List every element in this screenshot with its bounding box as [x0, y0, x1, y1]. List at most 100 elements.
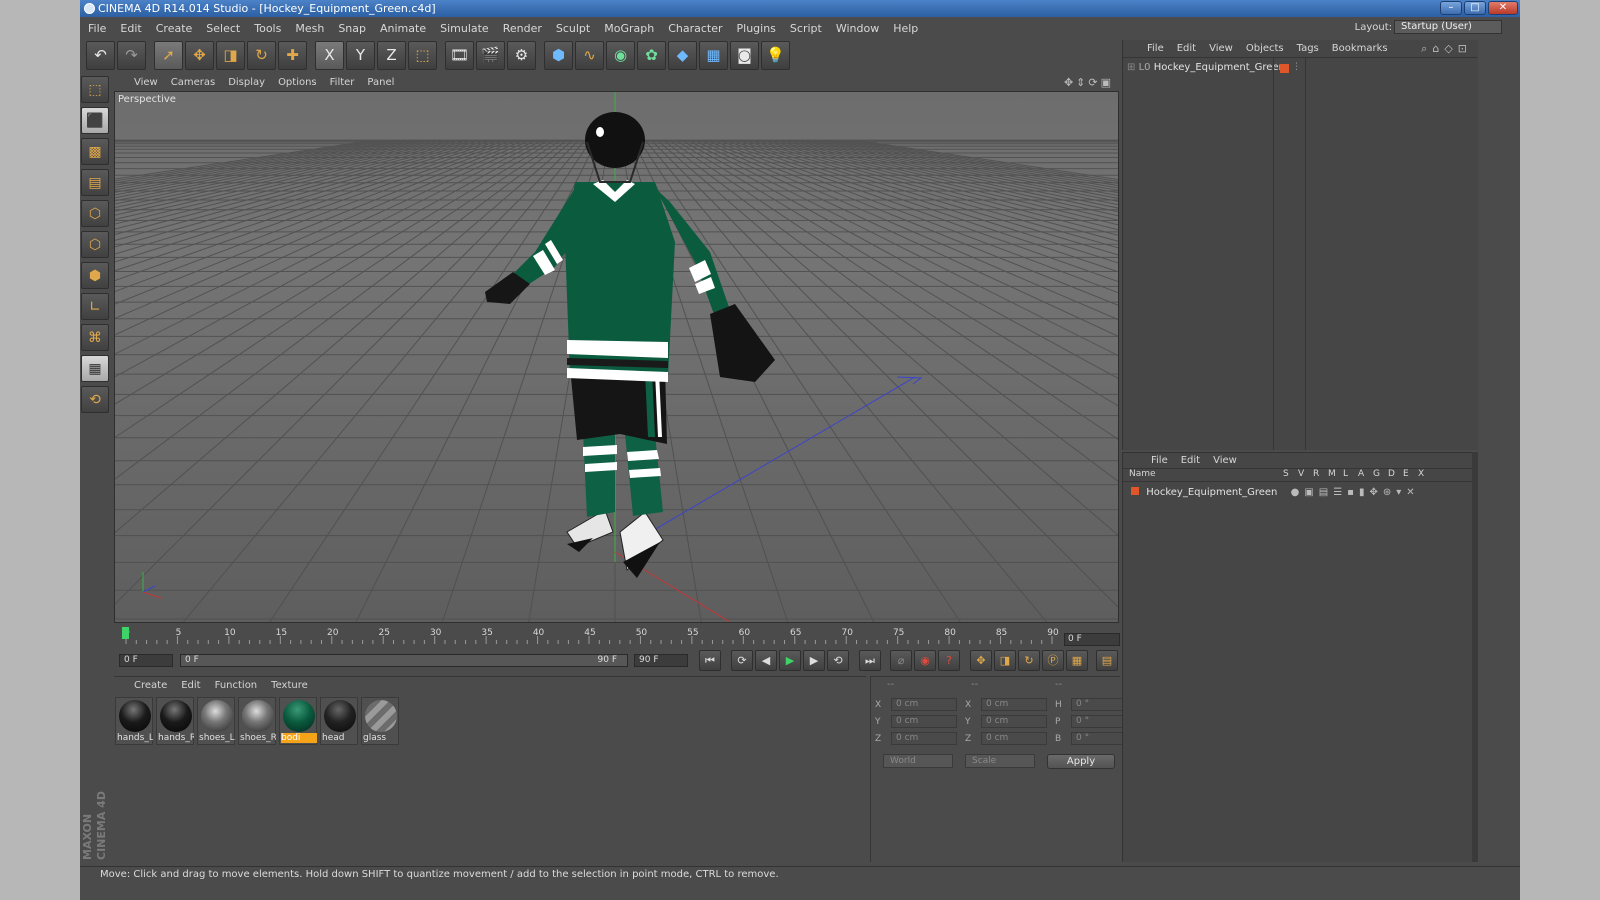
menu-character[interactable]: Character: [668, 22, 722, 35]
coordinate-system-icon[interactable]: ⬚: [408, 40, 437, 70]
menu-window[interactable]: Window: [836, 22, 879, 35]
layer-color-swatch[interactable]: [1280, 64, 1289, 73]
layer-menu-file[interactable]: File: [1151, 455, 1168, 466]
objects-menu-bookmarks[interactable]: Bookmarks: [1332, 43, 1388, 54]
rotate-icon[interactable]: ↻: [247, 40, 276, 70]
layout-dropdown[interactable]: Startup (User): [1394, 20, 1502, 34]
scale-icon[interactable]: ◨: [216, 40, 245, 70]
menu-simulate[interactable]: Simulate: [440, 22, 489, 35]
size-mode-dropdown[interactable]: Scale: [965, 754, 1035, 768]
material-swatch[interactable]: shoes_R: [238, 697, 276, 745]
menu-snap[interactable]: Snap: [338, 22, 366, 35]
position-x-field[interactable]: 0 cm: [891, 698, 957, 711]
viewport-menu-view[interactable]: View: [134, 77, 158, 88]
column-view[interactable]: V: [1298, 469, 1313, 481]
column-manager[interactable]: M: [1328, 469, 1343, 481]
viewport-navigation-icons[interactable]: ✥⇕⟳▣: [1064, 76, 1114, 89]
step-back-icon[interactable]: ◀: [755, 650, 777, 671]
object-manager-search-icons[interactable]: ⌕⌂◇⊡: [1421, 42, 1472, 56]
layer-menu-edit[interactable]: Edit: [1181, 455, 1200, 466]
model-mode-icon[interactable]: ⬛: [81, 107, 109, 134]
key-position-icon[interactable]: ✥: [970, 650, 992, 671]
points-mode-icon[interactable]: ⬡: [81, 200, 109, 227]
panel-scrollbar[interactable]: [1472, 452, 1478, 862]
floor-icon[interactable]: ▦: [699, 40, 728, 70]
objects-menu-tags[interactable]: Tags: [1297, 43, 1319, 54]
menu-plugins[interactable]: Plugins: [737, 22, 776, 35]
start-frame-field[interactable]: 0 F: [119, 654, 173, 667]
render-settings-icon[interactable]: ⚙: [507, 40, 536, 70]
play-loop-icon[interactable]: ⟲: [827, 650, 849, 671]
layer-color-swatch[interactable]: [1131, 487, 1139, 495]
key-parameter-icon[interactable]: Ⓟ: [1042, 650, 1064, 671]
workplane-icon[interactable]: ▤: [81, 169, 109, 196]
column-solo[interactable]: S: [1283, 469, 1298, 481]
key-scale-icon[interactable]: ◨: [994, 650, 1016, 671]
menu-create[interactable]: Create: [156, 22, 193, 35]
viewport-menu-filter[interactable]: Filter: [330, 77, 355, 88]
go-to-start-icon[interactable]: ⏮: [699, 650, 721, 671]
key-pla-icon[interactable]: ▦: [1066, 650, 1088, 671]
close-button[interactable]: ✕: [1488, 1, 1518, 15]
timeline-ruler[interactable]: 051015202530354045505560657075808590: [114, 626, 1119, 648]
texture-mode-icon[interactable]: ▩: [81, 138, 109, 165]
column-deformers[interactable]: D: [1388, 469, 1403, 481]
cube-icon[interactable]: ⬢: [544, 40, 573, 70]
position-z-field[interactable]: 0 cm: [891, 732, 957, 745]
menu-mograph[interactable]: MoGraph: [604, 22, 654, 35]
snap-icon[interactable]: ▦: [81, 355, 109, 382]
undo-icon[interactable]: ↶: [86, 40, 115, 70]
spline-icon[interactable]: ∿: [575, 40, 604, 70]
step-forward-icon[interactable]: ▶: [803, 650, 825, 671]
y-axis-icon[interactable]: Y: [346, 40, 375, 70]
polygons-mode-icon[interactable]: ⬢: [81, 262, 109, 289]
position-y-field[interactable]: 0 cm: [891, 715, 957, 728]
menu-edit[interactable]: Edit: [120, 22, 141, 35]
menu-file[interactable]: File: [88, 22, 106, 35]
camera-icon[interactable]: ◙: [730, 40, 759, 70]
column-generators[interactable]: G: [1373, 469, 1388, 481]
layer-toggle-icons[interactable]: ●▣▤☰▪▮✥⊛▾✕: [1291, 487, 1420, 498]
menu-animate[interactable]: Animate: [380, 22, 426, 35]
menu-tools[interactable]: Tools: [254, 22, 281, 35]
viewport-menu-options[interactable]: Options: [278, 77, 317, 88]
go-to-end-icon[interactable]: ⏭: [859, 650, 881, 671]
column-name[interactable]: Name: [1129, 469, 1283, 481]
array-icon[interactable]: ✿: [637, 40, 666, 70]
3d-viewport[interactable]: Perspective: [114, 91, 1119, 623]
material-swatch-selected[interactable]: bodi: [279, 697, 317, 745]
keyframe-selection-icon[interactable]: ?: [938, 650, 960, 671]
nurbs-icon[interactable]: ◉: [606, 40, 635, 70]
axis-mode-icon[interactable]: ∟: [81, 293, 109, 320]
render-view-icon[interactable]: 🎞: [445, 40, 474, 70]
live-select-icon[interactable]: ✚: [278, 40, 307, 70]
make-editable-icon[interactable]: ⬚: [81, 76, 109, 103]
menu-script[interactable]: Script: [790, 22, 822, 35]
autokey-icon[interactable]: ◉: [914, 650, 936, 671]
play-icon[interactable]: ▶: [779, 650, 801, 671]
column-xrefs[interactable]: X: [1418, 469, 1433, 481]
menu-select[interactable]: Select: [206, 22, 240, 35]
material-menu-create[interactable]: Create: [134, 680, 167, 691]
object-name[interactable]: Hockey_Equipment_Green: [1154, 62, 1285, 73]
layer-name[interactable]: Hockey_Equipment_Green: [1146, 487, 1277, 498]
redo-icon[interactable]: ↷: [117, 40, 146, 70]
column-animation[interactable]: A: [1358, 469, 1373, 481]
select-icon[interactable]: ➚: [154, 40, 183, 70]
apply-button[interactable]: Apply: [1047, 754, 1115, 769]
menu-render[interactable]: Render: [503, 22, 542, 35]
viewport-menu-display[interactable]: Display: [228, 77, 265, 88]
objects-menu-view[interactable]: View: [1209, 43, 1233, 54]
layer-menu-view[interactable]: View: [1213, 455, 1237, 466]
object-tree-item[interactable]: ⊞ L0 Hockey_Equipment_Green: [1127, 62, 1285, 76]
expand-icon[interactable]: ⊞: [1127, 62, 1135, 73]
light-icon[interactable]: 💡: [761, 40, 790, 70]
snap-settings-icon[interactable]: ⟲: [81, 386, 109, 413]
objects-menu-edit[interactable]: Edit: [1177, 43, 1196, 54]
menu-sculpt[interactable]: Sculpt: [556, 22, 590, 35]
render-picture-viewer-icon[interactable]: 🎬: [476, 40, 505, 70]
material-menu-texture[interactable]: Texture: [271, 680, 308, 691]
material-menu-function[interactable]: Function: [215, 680, 258, 691]
edges-mode-icon[interactable]: ⬡: [81, 231, 109, 258]
column-locked[interactable]: L: [1343, 469, 1358, 481]
